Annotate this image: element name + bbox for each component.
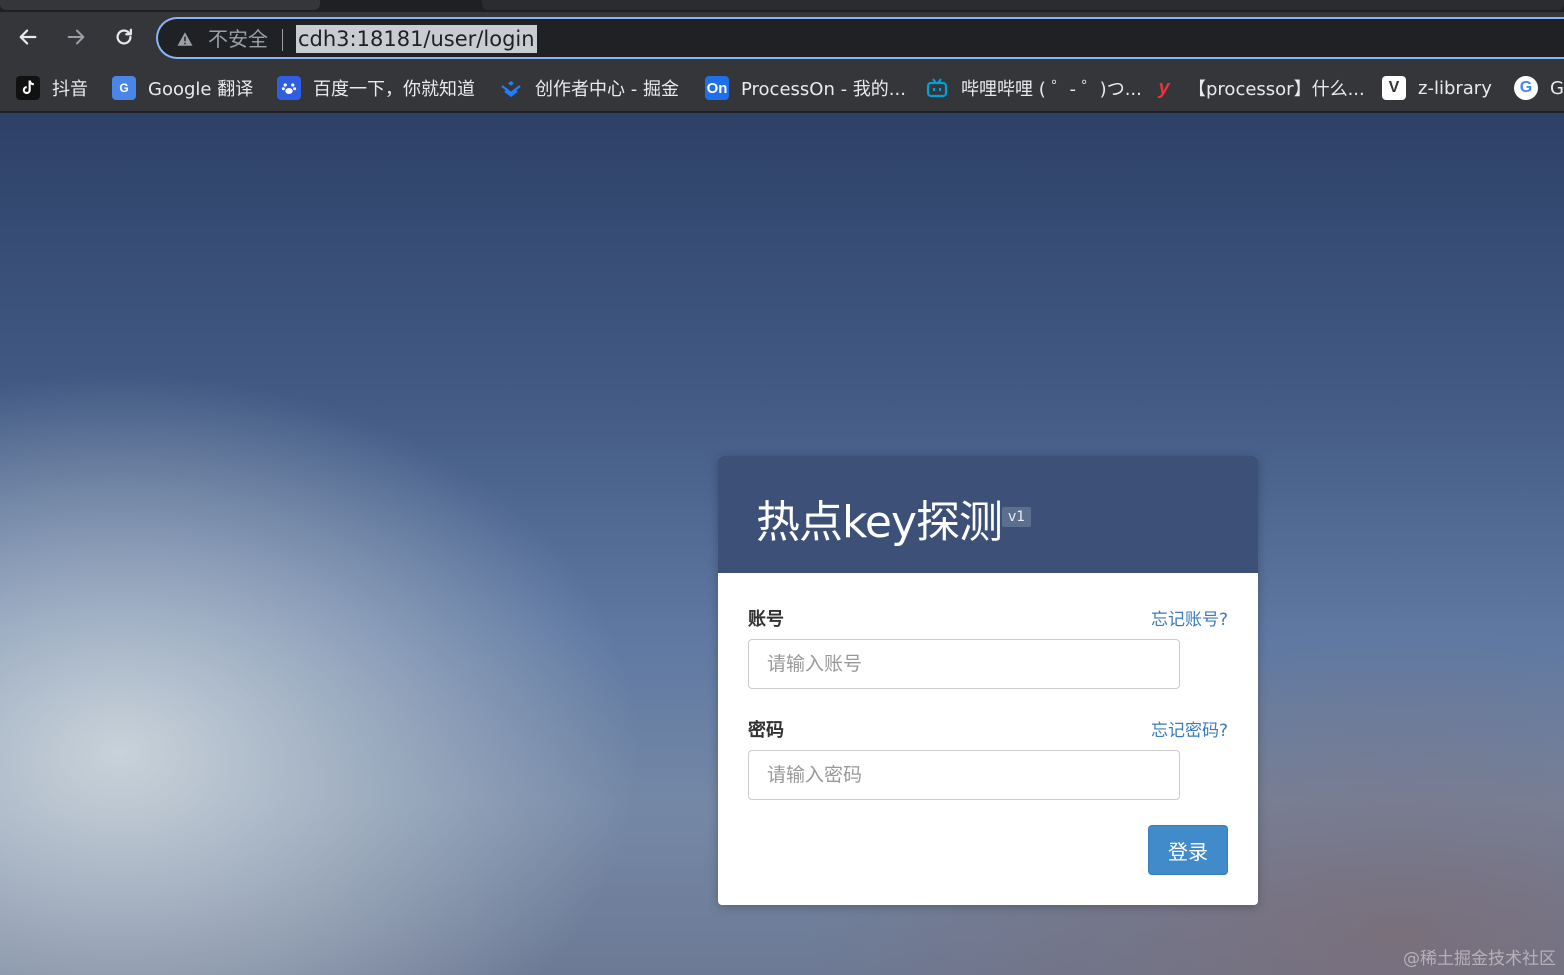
app-title: 热点key探测 (756, 497, 1003, 548)
reload-button[interactable] (109, 22, 139, 52)
page-background: 热点key探测 v1 账号 忘记账号? 密码 忘记密码? 登录 @稀土掘金技术社… (0, 113, 1564, 975)
zlibrary-icon: V (1382, 76, 1406, 100)
tiktok-icon (16, 76, 40, 100)
bookmark-google-translate[interactable]: G Google 翻译 (112, 74, 253, 102)
bookmark-label: G (1550, 77, 1564, 99)
bookmark-bilibili[interactable]: 哔哩哔哩 ( ゜- ゜)つ... (925, 74, 1142, 102)
forgot-password-link[interactable]: 忘记密码? (1151, 716, 1228, 741)
account-group: 账号 忘记账号? (748, 605, 1228, 695)
bookmark-processon[interactable]: On ProcessOn - 我的... (705, 74, 906, 102)
bookmark-label: 创作者中心 - 掘金 (535, 79, 679, 100)
back-button[interactable] (13, 22, 43, 52)
juejin-icon (499, 76, 523, 100)
reload-icon (116, 28, 132, 45)
password-group: 密码 忘记密码? (748, 716, 1228, 806)
version-badge: v1 (1002, 507, 1032, 527)
account-input[interactable] (748, 639, 1180, 689)
bookmark-douyin[interactable]: 抖音 (16, 74, 88, 102)
processon-icon: On (705, 76, 729, 100)
bilibili-icon (925, 76, 949, 100)
password-label: 密码 (748, 720, 784, 741)
bookmark-label: Google 翻译 (148, 79, 254, 100)
back-arrow-icon (19, 29, 37, 45)
google-icon: G (1514, 76, 1538, 100)
bookmark-label: 【processor】什么... (1188, 79, 1365, 100)
bookmarks-bar: 抖音 G Google 翻译 百度一下，你就知道 创作者中心 - 掘金 On P… (0, 64, 1564, 112)
google-translate-icon: G (112, 76, 136, 100)
bookmark-label: 百度一下，你就知道 (313, 79, 475, 100)
bookmark-label: 哔哩哔哩 ( ゜- ゜)つ... (961, 79, 1142, 100)
bookmark-google[interactable]: G G (1514, 74, 1564, 102)
forward-arrow-icon (67, 29, 85, 45)
bookmark-label: 抖音 (52, 79, 88, 100)
warning-icon[interactable] (176, 30, 194, 48)
browser-tab[interactable] (0, 0, 320, 10)
divider (282, 29, 283, 51)
bookmark-label: z-library (1418, 77, 1492, 99)
browser-tab[interactable] (482, 0, 1564, 10)
login-button[interactable]: 登录 (1148, 825, 1228, 875)
baidu-icon (277, 76, 301, 100)
bookmark-baidu[interactable]: 百度一下，你就知道 (277, 74, 475, 102)
address-bar[interactable]: 不安全 cdh3:18181/user/login (156, 17, 1564, 59)
account-label: 账号 (748, 609, 784, 630)
bookmark-processor[interactable]: y 【processor】什么... (1152, 74, 1365, 102)
url-text[interactable]: cdh3:18181/user/login (296, 25, 537, 53)
password-input[interactable] (748, 750, 1180, 800)
bookmark-juejin[interactable]: 创作者中心 - 掘金 (499, 74, 679, 102)
bookmark-zlibrary[interactable]: V z-library (1382, 74, 1492, 102)
watermark: @稀土掘金技术社区 (1403, 949, 1556, 969)
security-label[interactable]: 不安全 (208, 27, 268, 51)
youdao-icon: y (1158, 76, 1170, 99)
bookmark-label: ProcessOn - 我的... (741, 79, 906, 100)
login-panel: 热点key探测 v1 账号 忘记账号? 密码 忘记密码? 登录 (718, 456, 1258, 905)
tab-strip (0, 0, 1564, 12)
forgot-account-link[interactable]: 忘记账号? (1151, 605, 1228, 630)
login-header: 热点key探测 v1 (718, 456, 1258, 573)
forward-button[interactable] (61, 22, 91, 52)
browser-toolbar: 不安全 cdh3:18181/user/login (0, 12, 1564, 64)
